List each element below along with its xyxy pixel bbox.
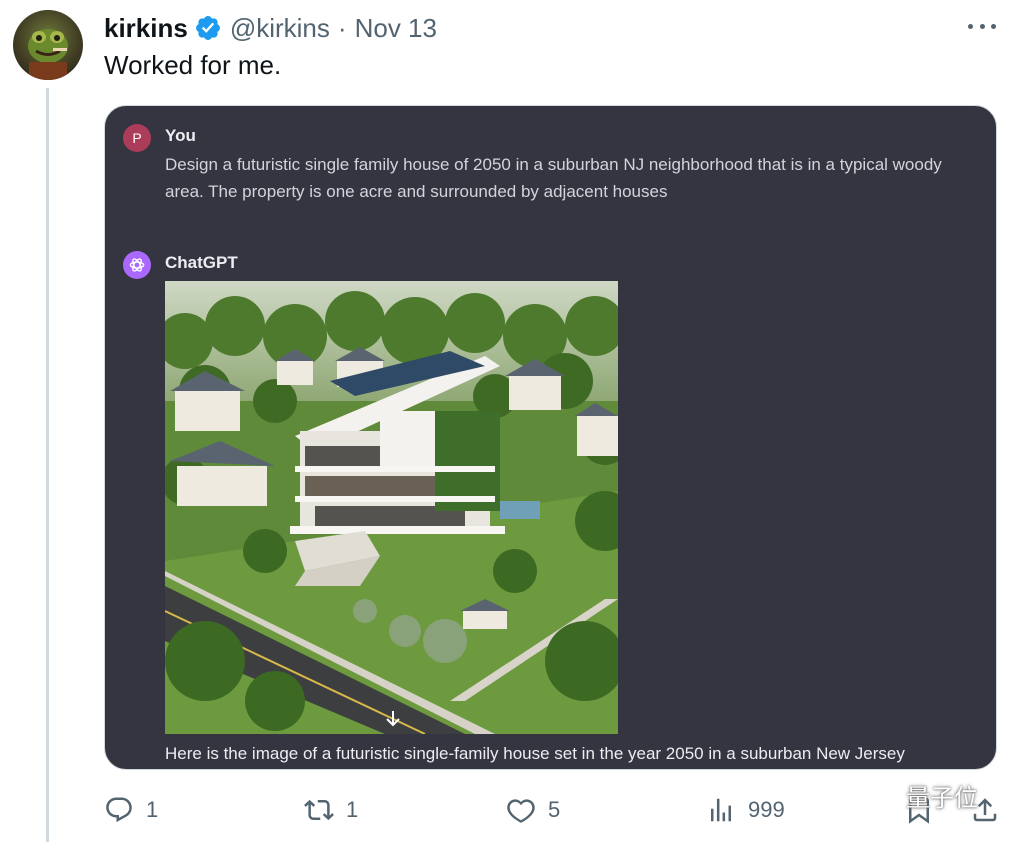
reply-icon — [106, 797, 132, 823]
views-icon — [711, 798, 731, 822]
more-icon[interactable] — [968, 16, 996, 36]
tweet-date[interactable]: Nov 13 — [355, 13, 437, 44]
tweet-media[interactable]: P You Design a futuristic single family … — [104, 105, 997, 770]
assistant-response: Here is the image of a futuristic single… — [165, 744, 905, 763]
views-button[interactable]: 999 — [706, 790, 785, 830]
reply-button[interactable]: 1 — [104, 790, 158, 830]
author-handle[interactable]: @kirkins — [230, 13, 330, 44]
generated-house-image[interactable] — [165, 281, 618, 734]
views-count: 999 — [748, 797, 785, 822]
user-prompt: Design a futuristic single family house … — [165, 155, 942, 201]
user-avatar: P — [123, 124, 151, 152]
retweet-button[interactable]: 1 — [304, 790, 358, 830]
retweet-icon — [304, 799, 334, 821]
openai-logo-icon — [123, 251, 151, 279]
author-avatar[interactable] — [13, 10, 83, 80]
tweet-text: Worked for me. — [104, 50, 282, 80]
author-name[interactable]: kirkins — [104, 13, 188, 44]
user-avatar-letter: P — [132, 130, 142, 146]
download-icon[interactable] — [385, 710, 401, 728]
wechat-logo-icon — [869, 782, 900, 808]
thread-line — [46, 88, 49, 842]
reply-count: 1 — [146, 797, 159, 822]
like-button[interactable]: 5 — [506, 790, 560, 830]
header-separator: · — [337, 12, 347, 43]
retweet-count: 1 — [346, 797, 359, 822]
watermark-text: 量子位 — [906, 785, 978, 812]
tweet: kirkins @kirkins · Nov 13 Worked for me.… — [0, 0, 1024, 842]
like-count: 5 — [548, 797, 561, 822]
heart-icon — [507, 799, 535, 823]
user-label: You — [165, 126, 196, 145]
assistant-label: ChatGPT — [165, 253, 238, 272]
verified-badge-icon — [195, 16, 220, 40]
tweet-header: kirkins @kirkins · Nov 13 — [104, 10, 437, 46]
watermark: 量子位 — [868, 778, 978, 813]
